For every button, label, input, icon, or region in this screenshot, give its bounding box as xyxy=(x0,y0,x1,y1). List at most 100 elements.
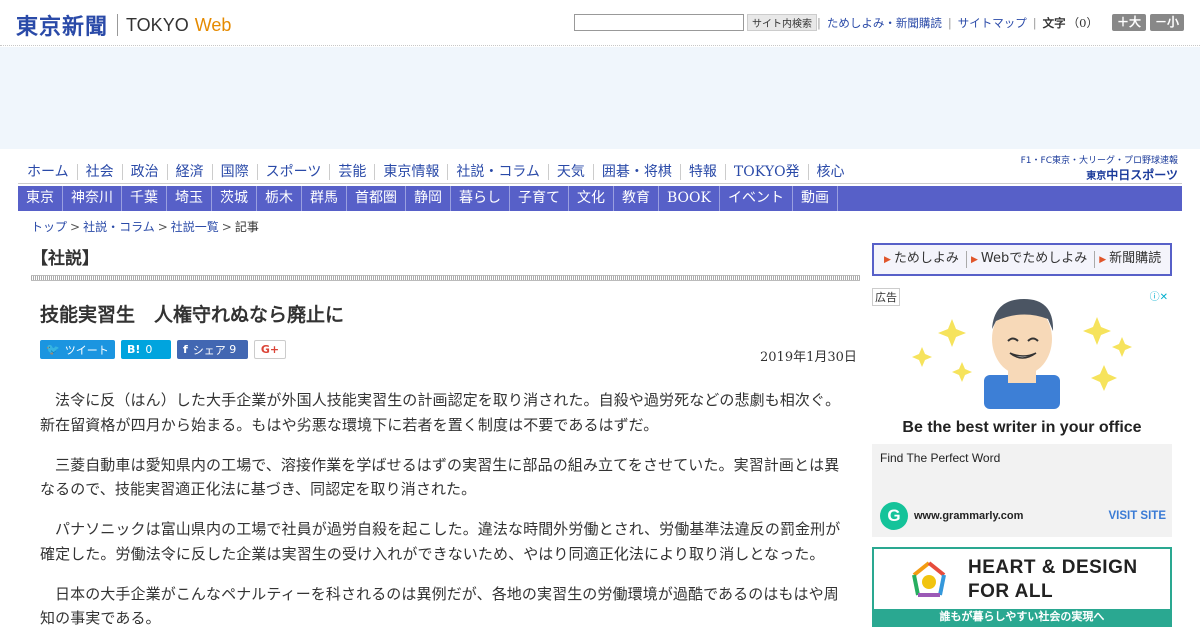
arrow-right-icon: ▶ xyxy=(884,255,891,265)
nav-region-item[interactable]: 栃木 xyxy=(257,186,302,211)
heart-design-logo-icon xyxy=(912,561,946,597)
font-size-count: （0） xyxy=(1067,15,1098,30)
nav-region-item[interactable]: 首都圏 xyxy=(347,186,406,211)
tool-separator: | xyxy=(817,15,821,30)
sports-logo-subtitle: F1・FC東京・大リーグ・プロ野球速報 xyxy=(1020,156,1178,166)
grammarly-ad[interactable]: 広告 ⓘ✕ Be the best writer in your office … xyxy=(872,287,1172,537)
nav-region-item[interactable]: 東京 xyxy=(18,186,63,211)
tweet-button[interactable]: 🐦 ツイート xyxy=(40,340,115,359)
heart-ad-line1: HEART & DESIGN xyxy=(968,557,1138,578)
logo-japanese: 東京新聞 xyxy=(16,14,109,40)
main-navigation: ホーム 社会 政治 経済 国際 スポーツ 芸能 東京情報 社説・コラム 天気 囲碁・将棋 特報 TOKY… xyxy=(18,156,1182,184)
breadcrumb-item[interactable]: 社説一覧 xyxy=(171,220,219,234)
nav-main-item[interactable]: 天気 xyxy=(549,163,594,180)
nav-region-item[interactable]: 暮らし xyxy=(451,186,510,211)
ad-illustration xyxy=(912,299,1132,409)
nav-region-item[interactable]: 埼玉 xyxy=(167,186,212,211)
site-search-button[interactable]: サイト内検索 xyxy=(747,14,818,31)
article-paragraph: 法令に反（はん）した大手企業が外国人技能実習生の計画認定を取り消された。自殺や過… xyxy=(40,391,841,434)
ad-headline: Be the best writer in your office xyxy=(902,419,1142,436)
visit-site-button[interactable]: VISIT SITE xyxy=(1108,510,1166,522)
tool-separator: | xyxy=(947,15,952,30)
logo-english: TOKYO xyxy=(126,14,189,35)
nav-region-item[interactable]: 茨城 xyxy=(212,186,257,211)
nav-main-item[interactable]: 国際 xyxy=(213,163,258,180)
nav-main-item[interactable]: 政治 xyxy=(123,163,168,180)
nav-region-item[interactable]: 子育て xyxy=(510,186,569,211)
subscription-link[interactable]: ▶ ためしよみ xyxy=(880,251,967,268)
nav-region-item[interactable]: 神奈川 xyxy=(63,186,122,211)
nav-main-item[interactable]: 社会 xyxy=(78,163,123,180)
facebook-icon: f xyxy=(183,343,188,356)
trial-subscribe-link[interactable]: ためしよみ・新聞購読 xyxy=(827,15,942,31)
facebook-share-button[interactable]: f シェア 9 xyxy=(177,340,248,359)
nav-main-item[interactable]: 核心 xyxy=(809,164,853,180)
twitter-icon: 🐦 xyxy=(46,343,60,356)
article-date: 2019年1月30日 xyxy=(760,350,857,365)
hatena-count: 0 xyxy=(145,343,153,356)
nav-main-item[interactable]: 囲碁・将棋 xyxy=(594,163,681,180)
sitemap-link[interactable]: サイトマップ xyxy=(958,15,1027,31)
nav-main-item[interactable]: 社説・コラム xyxy=(448,163,549,180)
google-plus-button[interactable]: G+ xyxy=(254,340,286,359)
arrow-right-icon: ▶ xyxy=(1099,255,1107,265)
article-body: 法令に反（はん）した大手企業が外国人技能実習生の計画認定を取り消された。自殺や過… xyxy=(40,388,845,630)
nav-region-item[interactable]: 静岡 xyxy=(406,186,451,211)
ad-subtitle: Find The Perfect Word xyxy=(880,451,1001,465)
heart-design-ad[interactable]: HEART & DESIGN FOR ALL 誰もが暮らしやすい社会の実現へ xyxy=(872,547,1172,627)
breadcrumb-item: 記事 xyxy=(234,220,259,234)
nav-region-item[interactable]: 群馬 xyxy=(302,186,347,211)
nav-main-item[interactable]: 経済 xyxy=(168,163,213,180)
site-header: 東京新聞 TOKYO Web サイト内検索 | ためしよみ・新聞購読 | サイト… xyxy=(0,0,1200,46)
nav-main-item[interactable]: ホーム xyxy=(18,163,78,180)
site-logo[interactable]: 東京新聞 TOKYO Web xyxy=(16,9,231,41)
nav-main-item[interactable]: 芸能 xyxy=(330,163,376,180)
adchoices-icon[interactable]: ⓘ✕ xyxy=(1150,288,1168,303)
ad-details: Find The Perfect Word G www.grammarly.co… xyxy=(872,444,1172,537)
share-buttons: 🐦 ツイート B! 0 f シェア 9 G+ xyxy=(40,340,292,359)
nav-region-item[interactable]: イベント xyxy=(720,186,793,211)
google-plus-icon: G+ xyxy=(260,343,280,356)
article-paragraph: 日本の大手企業がこんなペナルティーを科されるのは異例だが、各地の実習生の労働環境… xyxy=(40,584,839,628)
breadcrumb-separator: > xyxy=(157,220,168,234)
breadcrumb: トップ > 社説・コラム > 社説一覧 > 記事 xyxy=(31,218,259,235)
subscription-link[interactable]: ▶ Webでためしよみ xyxy=(967,251,1096,268)
subscription-link-label: ためしよみ xyxy=(893,251,959,266)
section-label: 【社説】 xyxy=(31,249,99,269)
nav-main-item[interactable]: スポーツ xyxy=(258,163,331,180)
article-title: 技能実習生 人権守れぬなら廃止に xyxy=(40,304,345,326)
hatena-bookmark-button[interactable]: B! 0 xyxy=(121,340,171,359)
font-smaller-button[interactable]: －小 xyxy=(1149,14,1184,31)
breadcrumb-item[interactable]: 社説・コラム xyxy=(83,220,155,234)
article-paragraph: 三菱自動車は愛知県内の工場で、溶接作業を学ばせるはずの実習生に部品の組み立てをさ… xyxy=(40,455,840,499)
sports-logo-title: 東京中日スポーツ xyxy=(1021,166,1178,183)
nav-region-item[interactable]: 動画 xyxy=(793,186,838,211)
region-navigation: 東京 神奈川 千葉 埼玉 茨城 栃木 群馬 首都圏 静岡 暮らし 子育て 文化 教育 BOOK イベント 動画 xyxy=(18,186,1182,211)
facebook-count: 9 xyxy=(229,343,237,356)
nav-region-item[interactable]: BOOK xyxy=(659,186,720,211)
facebook-label: シェア xyxy=(192,343,226,357)
site-search-input[interactable] xyxy=(574,14,745,31)
section-divider xyxy=(31,275,860,281)
arrow-right-icon: ▶ xyxy=(970,255,978,265)
nav-region-item[interactable]: 文化 xyxy=(569,186,614,211)
tool-separator: | xyxy=(1032,15,1037,30)
hatena-icon: B! xyxy=(127,343,141,356)
sports-logo-prefix: 東京 xyxy=(1086,171,1107,182)
subscription-link-label: Webでためしよみ xyxy=(980,251,1088,266)
chunichi-sports-logo[interactable]: F1・FC東京・大リーグ・プロ野球速報 東京中日スポーツ xyxy=(1021,153,1178,183)
font-bigger-button[interactable]: ＋大 xyxy=(1111,14,1146,31)
breadcrumb-separator: > xyxy=(221,220,232,234)
nav-region-item[interactable]: 教育 xyxy=(614,186,659,211)
top-banner-ad-area xyxy=(0,47,1200,149)
nav-region-item[interactable]: 千葉 xyxy=(122,186,167,211)
nav-main-item[interactable]: TOKYO発 xyxy=(726,163,809,180)
nav-main-item[interactable]: 特報 xyxy=(681,163,726,180)
subscription-link[interactable]: ▶ 新聞購読 xyxy=(1095,251,1168,268)
sports-logo-name: 中日スポーツ xyxy=(1106,168,1178,182)
logo-divider xyxy=(117,14,119,36)
font-size-label: 文字 xyxy=(1042,15,1066,30)
header-tools: サイト内検索 | ためしよみ・新聞購読 | サイトマップ | 文字 （0） ＋大… xyxy=(574,14,1184,31)
nav-main-item[interactable]: 東京情報 xyxy=(375,163,449,180)
breadcrumb-item[interactable]: トップ xyxy=(31,220,67,234)
